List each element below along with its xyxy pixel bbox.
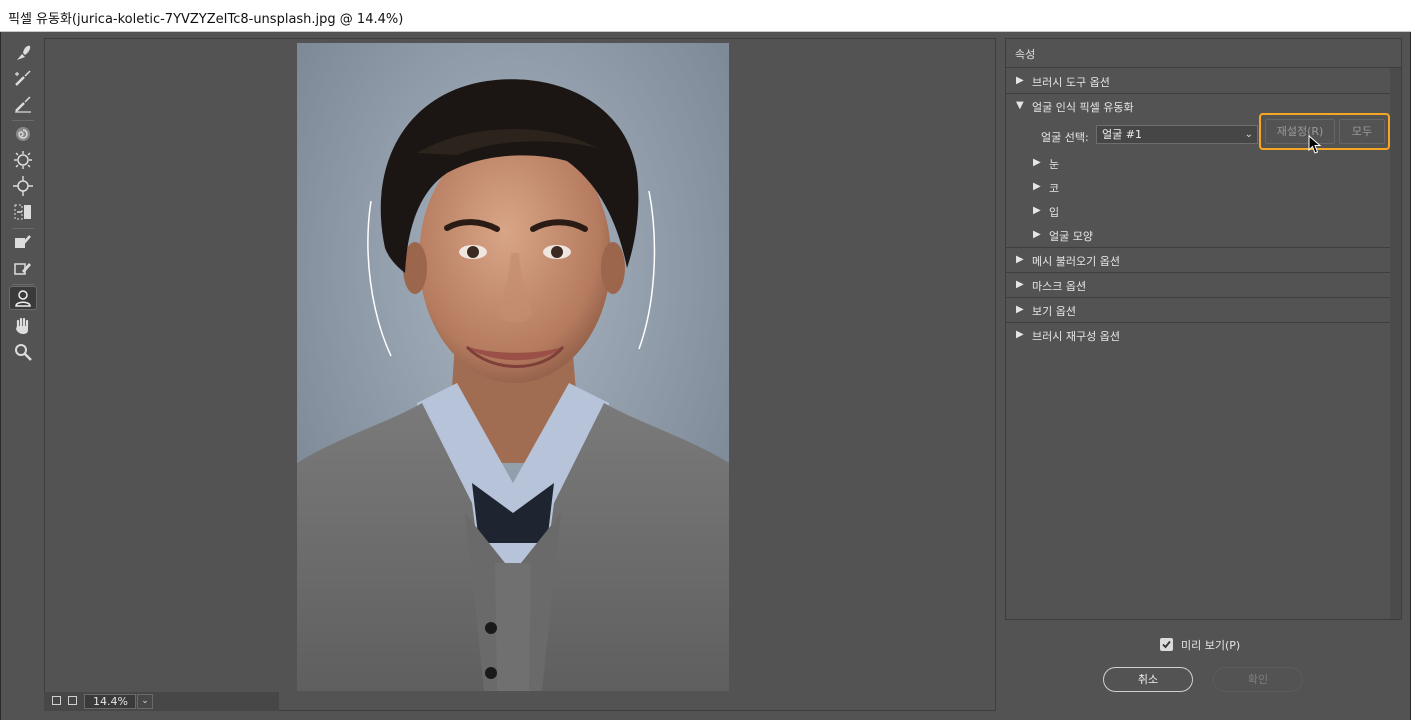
- section-label: 얼굴 인식 픽셀 유동화: [1032, 101, 1134, 114]
- subsection-face-shape[interactable]: ▶ 얼굴 모양: [1006, 223, 1390, 248]
- panel-header: 속성: [1006, 39, 1401, 68]
- zoom-icon: [15, 344, 32, 361]
- expand-arrow-icon: ▶: [1033, 205, 1041, 216]
- forward-warp-tool[interactable]: [9, 40, 37, 64]
- subsection-label: 눈: [1049, 158, 1060, 171]
- panel-scrollbar[interactable]: [1390, 68, 1401, 619]
- thaw-mask-icon: [14, 263, 31, 275]
- expand-arrow-icon: ▶: [1033, 181, 1041, 192]
- highlight-box: 재설정(R) 모두: [1259, 113, 1390, 154]
- forward-warp-icon: [17, 45, 31, 60]
- bloat-icon: [13, 176, 33, 196]
- subsection-label: 입: [1049, 206, 1060, 219]
- subsection-eyes[interactable]: ▶ 눈: [1006, 151, 1390, 175]
- face-select-value: 얼굴 #1: [1102, 128, 1142, 141]
- reconstruct-icon: [15, 70, 31, 86]
- hand-icon: [16, 317, 29, 334]
- reconstruct-tool[interactable]: [9, 66, 37, 90]
- zoom-tool[interactable]: [9, 340, 37, 364]
- zoom-level-field[interactable]: 14.4%: [84, 694, 136, 709]
- chevron-down-icon: ⌄: [141, 696, 149, 706]
- face-tool[interactable]: [9, 286, 37, 310]
- expand-arrow-icon: ▶: [1033, 157, 1041, 168]
- bloat-tool[interactable]: [9, 174, 37, 198]
- face-icon: [15, 290, 31, 307]
- hand-tool[interactable]: [9, 314, 37, 338]
- thaw-mask-tool[interactable]: [9, 256, 37, 280]
- freeze-mask-icon: [15, 235, 31, 248]
- all-button[interactable]: 모두: [1339, 119, 1385, 144]
- expand-arrow-icon: ▶: [1016, 279, 1024, 290]
- zoom-dropdown-button[interactable]: ⌄: [137, 694, 153, 709]
- face-select-row: 얼굴 선택: 얼굴 #1 ⌄ 재설정(R) 모두: [1006, 113, 1390, 154]
- subsection-mouth[interactable]: ▶ 입: [1006, 199, 1390, 223]
- tool-separator: [12, 228, 34, 229]
- tool-separator: [12, 284, 34, 285]
- section-mask-options[interactable]: ▶ 마스크 옵션: [1006, 273, 1390, 298]
- expand-arrow-icon: ▶: [1016, 254, 1024, 265]
- expand-arrow-icon: ▶: [1016, 329, 1024, 340]
- subsection-label: 코: [1049, 182, 1060, 195]
- section-label: 브러시 도구 옵션: [1032, 76, 1110, 89]
- view-toggle-b-icon[interactable]: [68, 696, 77, 705]
- pucker-tool[interactable]: [9, 148, 37, 172]
- twirl-icon: [16, 127, 30, 141]
- subsection-nose[interactable]: ▶ 코: [1006, 175, 1390, 199]
- tool-separator: [12, 120, 34, 121]
- face-select-label: 얼굴 선택:: [1041, 131, 1089, 144]
- section-mesh-load-options[interactable]: ▶ 메시 불러오기 옵션: [1006, 248, 1390, 273]
- chevron-down-icon: ⌄: [1244, 129, 1253, 140]
- portrait-photo[interactable]: [297, 43, 729, 691]
- view-toggle-a-icon[interactable]: [52, 696, 61, 705]
- reset-button[interactable]: 재설정(R): [1265, 119, 1335, 144]
- collapse-arrow-icon: ▼: [1016, 100, 1024, 111]
- section-label: 메시 불러오기 옵션: [1032, 255, 1120, 268]
- expand-arrow-icon: ▶: [1016, 75, 1024, 86]
- canvas-status-bar: 14.4% ⌄: [44, 692, 279, 711]
- cancel-button[interactable]: 취소: [1103, 667, 1193, 692]
- ok-button[interactable]: 확인: [1213, 667, 1303, 692]
- smooth-icon: [15, 96, 31, 113]
- section-label: 보기 옵션: [1032, 305, 1076, 318]
- tool-panel: [6, 38, 40, 368]
- freeze-mask-tool[interactable]: [9, 230, 37, 254]
- push-left-tool[interactable]: [9, 200, 37, 224]
- twirl-clockwise-tool[interactable]: [9, 122, 37, 146]
- face-select-dropdown[interactable]: 얼굴 #1 ⌄: [1096, 125, 1258, 144]
- expand-arrow-icon: ▶: [1033, 229, 1041, 240]
- section-label: 마스크 옵션: [1032, 280, 1087, 293]
- smooth-tool[interactable]: [9, 92, 37, 116]
- preview-label: 미리 보기(P): [1181, 639, 1241, 652]
- checkmark-icon: [1162, 640, 1171, 649]
- title-bar: 픽셀 유동화(jurica-koletic-7YVZYZeITc8-unspla…: [0, 0, 1411, 32]
- window-title: 픽셀 유동화(jurica-koletic-7YVZYZeITc8-unspla…: [8, 12, 404, 27]
- window-frame-left: [0, 32, 1, 720]
- pucker-icon: [14, 151, 32, 169]
- properties-panel: 속성 ▶ 브러시 도구 옵션 ▼ 얼굴 인식 픽셀 유동화 얼굴 선택: 얼굴 …: [1005, 38, 1402, 620]
- section-label: 브러시 재구성 옵션: [1032, 330, 1120, 343]
- section-view-options[interactable]: ▶ 보기 옵션: [1006, 298, 1390, 323]
- section-brush-tool-options[interactable]: ▶ 브러시 도구 옵션: [1006, 69, 1390, 94]
- expand-arrow-icon: ▶: [1016, 304, 1024, 315]
- push-left-icon: [14, 204, 31, 220]
- panel-title: 속성: [1015, 48, 1036, 61]
- subsection-label: 얼굴 모양: [1049, 230, 1093, 243]
- preview-checkbox[interactable]: [1160, 638, 1173, 651]
- section-brush-reconstruct-options[interactable]: ▶ 브러시 재구성 옵션: [1006, 323, 1390, 348]
